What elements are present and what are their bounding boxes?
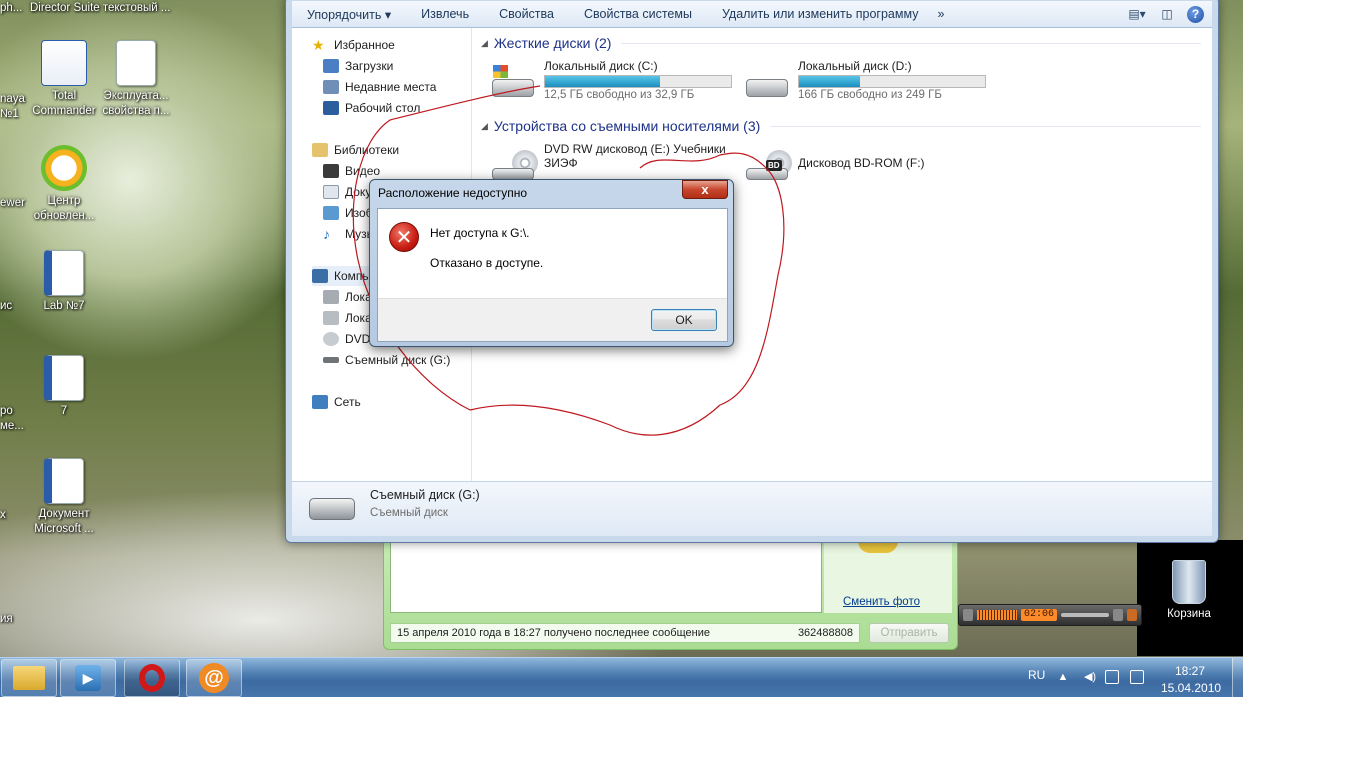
clock-date[interactable]: 15.04.2010 <box>1161 681 1221 695</box>
ok-button[interactable]: OK <box>651 309 717 331</box>
dialog-message: Нет доступа к G:\. <box>430 226 530 240</box>
taskbar-explorer[interactable] <box>1 659 57 697</box>
volume-icon[interactable]: ◀) <box>1083 670 1097 684</box>
media-player-icon: ▶ <box>75 665 101 691</box>
dialog-close-button[interactable]: x <box>682 180 728 199</box>
dialog-title: Расположение недоступно <box>378 186 528 200</box>
show-hidden-icons-icon[interactable]: ▲ <box>1056 670 1070 684</box>
error-icon: ✕ <box>389 222 419 252</box>
red-annotation-circle <box>352 85 785 436</box>
clock-time[interactable]: 18:27 <box>1175 664 1205 678</box>
dialog-footer: OK <box>378 298 727 341</box>
keyboard-language[interactable]: RU <box>1028 668 1045 682</box>
mail-agent-icon: @ <box>199 663 229 693</box>
dialog-body: ✕ Нет доступа к G:\. Отказано в доступе.… <box>377 208 728 342</box>
show-desktop-button[interactable] <box>1232 658 1243 697</box>
opera-icon <box>139 664 165 692</box>
folder-icon <box>13 666 45 690</box>
taskbar-media-player[interactable]: ▶ <box>60 659 116 697</box>
location-unavailable-dialog: Расположение недоступно x ✕ Нет доступа … <box>369 179 734 347</box>
dialog-detail: Отказано в доступе. <box>430 256 544 270</box>
taskbar: ▶ @ RU ▲ ◀) 18:27 15.04.2010 <box>0 657 1243 697</box>
desktop: ph... Director Suite текстовый ... naya … <box>0 0 1243 697</box>
network-status-icon[interactable] <box>1130 670 1144 684</box>
taskbar-opera[interactable] <box>124 659 180 697</box>
device-icon[interactable] <box>1105 670 1119 684</box>
taskbar-mail-agent[interactable]: @ <box>186 659 242 697</box>
